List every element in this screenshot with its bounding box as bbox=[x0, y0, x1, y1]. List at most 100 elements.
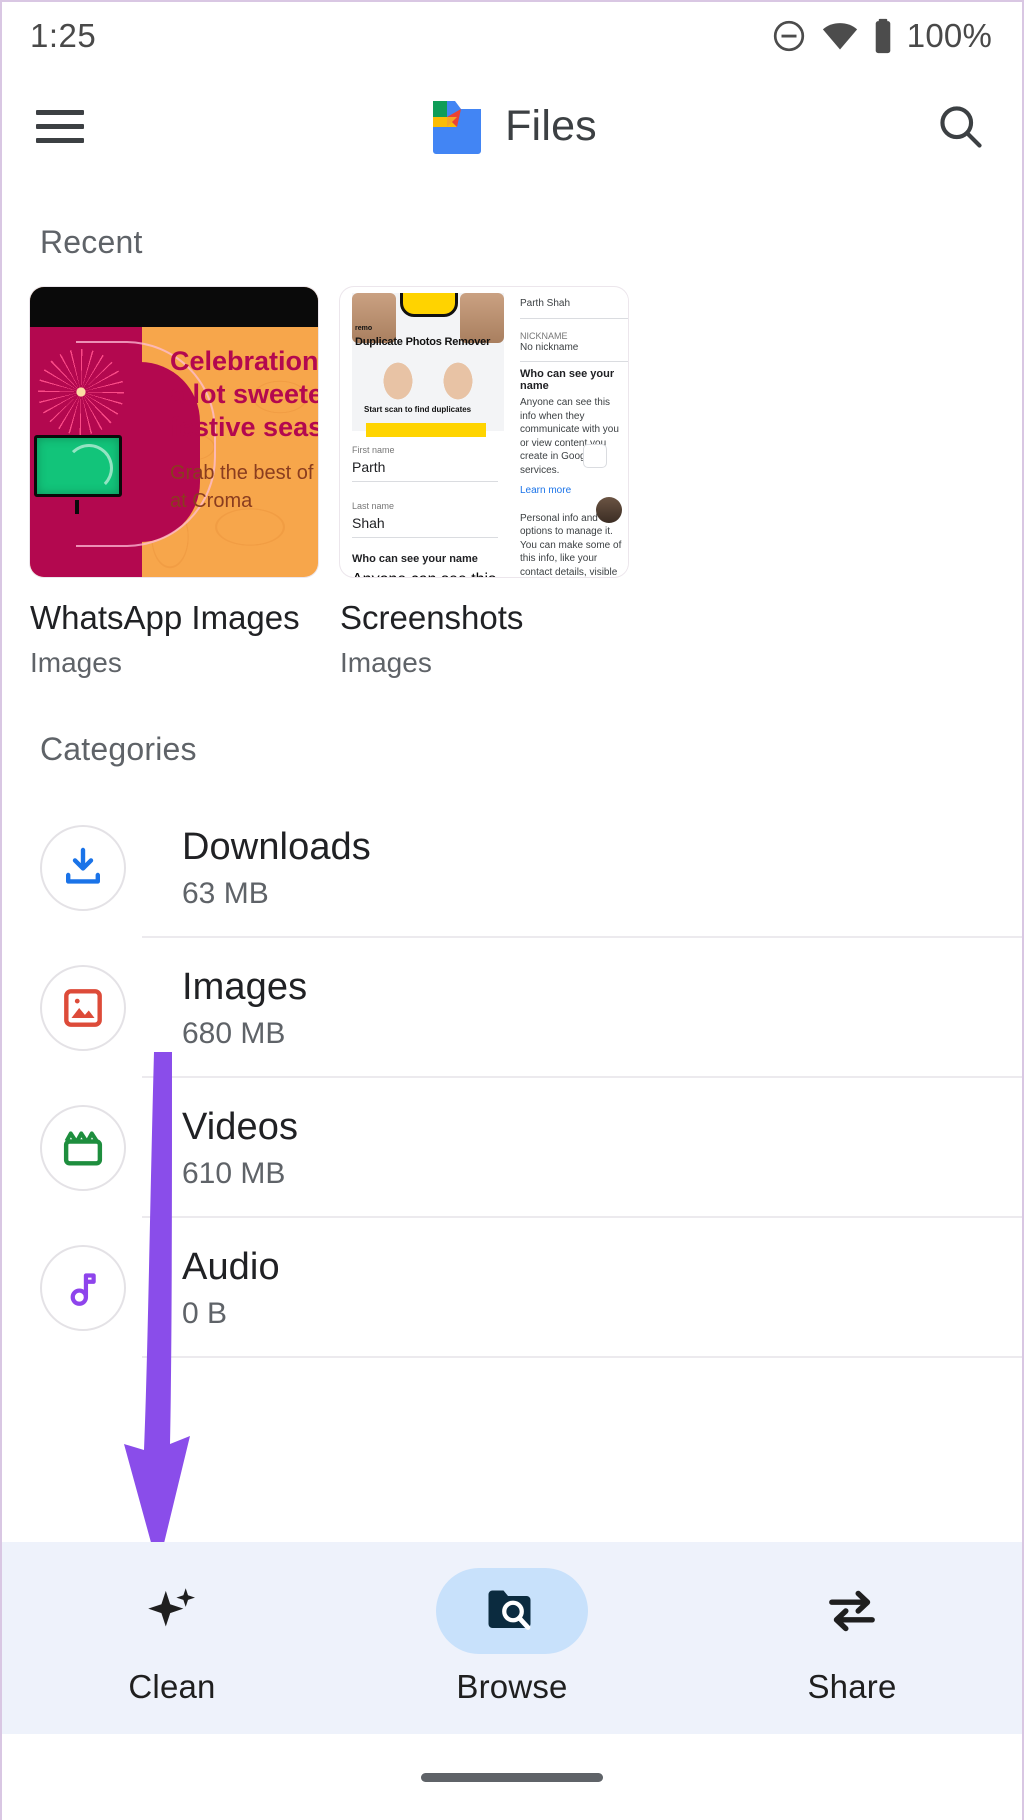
thumbnail-whatsapp-images[interactable]: Celebrations a lot sweeter festive seaso… bbox=[30, 287, 318, 577]
image-glyph bbox=[64, 989, 102, 1027]
recent-item-name: WhatsApp Images bbox=[30, 599, 300, 636]
category-size: 0 B bbox=[182, 1296, 228, 1330]
category-row-images[interactable]: Images 680 MB bbox=[2, 938, 1022, 1078]
folder-search-icon bbox=[488, 1590, 531, 1630]
yellow-highlight-bar bbox=[366, 423, 486, 437]
screenshot-page: remo Duplicate Photos Remover Start scan… bbox=[352, 293, 628, 577]
category-title: Images bbox=[182, 965, 308, 1008]
firstname-field: First name Parth bbox=[352, 445, 498, 482]
nav-item-share[interactable]: Share bbox=[682, 1542, 1022, 1706]
nav-pill-clean bbox=[96, 1568, 248, 1654]
nickname-value: No nickname bbox=[520, 341, 579, 353]
recent-item-name: Screenshots bbox=[340, 599, 524, 636]
app-brand: Files bbox=[2, 70, 1022, 182]
lastname-field: Last name Shah bbox=[352, 501, 498, 538]
who-heading-right: Who can see your name bbox=[520, 368, 615, 392]
wifi-icon bbox=[822, 23, 857, 50]
nickname-label: NICKNAME bbox=[520, 330, 568, 341]
avatar bbox=[596, 497, 622, 523]
ad-headline-1: Celebrations bbox=[170, 346, 318, 376]
lastname-value: Shah bbox=[352, 515, 385, 531]
thumbnail-screenshots[interactable]: remo Duplicate Photos Remover Start scan… bbox=[340, 287, 628, 577]
category-title: Videos bbox=[182, 1105, 299, 1148]
swap-arrows-icon bbox=[829, 1590, 875, 1632]
duplicate-photos-remover-overlay: remo Duplicate Photos Remover Start scan… bbox=[352, 293, 504, 431]
category-row-downloads[interactable]: Downloads 63 MB bbox=[2, 798, 1022, 938]
app-badge-graphic bbox=[400, 293, 458, 317]
recent-item-subtitle: Images bbox=[340, 647, 432, 678]
app-bar: Files bbox=[2, 70, 1022, 182]
field-divider bbox=[520, 317, 628, 319]
hamburger-menu-icon[interactable] bbox=[36, 109, 84, 143]
who-body-right: Anyone can see this info when they commu… bbox=[520, 397, 619, 476]
field-divider bbox=[352, 537, 498, 538]
firstname-label: First name bbox=[352, 445, 395, 455]
ad-headline-3: festive season bbox=[170, 411, 318, 442]
recent-item-subtitle: Images bbox=[30, 647, 122, 678]
who-heading: Who can see your name bbox=[352, 553, 478, 565]
categories-section-label: Categories bbox=[40, 731, 197, 767]
recent-items-row: Celebrations a lot sweeter festive seaso… bbox=[2, 287, 1022, 679]
do-not-disturb-icon bbox=[773, 20, 804, 52]
category-text: Downloads 63 MB bbox=[182, 826, 371, 911]
phone-screen: 1:25 100% Files Recent Celebrations a lo… bbox=[0, 0, 1024, 1820]
ad-headline-2: a lot sweeter bbox=[170, 378, 318, 409]
overlay-cta: Start scan to find duplicates bbox=[364, 405, 472, 414]
category-row-videos[interactable]: Videos 610 MB bbox=[2, 1078, 1022, 1218]
bottom-navigation-bar: Clean Browse Share bbox=[2, 1542, 1022, 1734]
category-text: Images 680 MB bbox=[182, 966, 307, 1051]
screenshot-left-column: remo Duplicate Photos Remover Start scan… bbox=[352, 293, 504, 577]
tv-graphic bbox=[34, 435, 122, 514]
thumbnail-black-bar bbox=[30, 287, 318, 327]
overlay-brand: remo bbox=[355, 325, 373, 332]
battery-icon bbox=[875, 18, 891, 54]
row-divider bbox=[142, 1356, 1022, 1358]
account-header-name: Parth Shah bbox=[520, 298, 571, 309]
field-divider bbox=[520, 361, 628, 362]
category-title: Downloads bbox=[182, 825, 371, 868]
categories-list: Downloads 63 MB Images 680 MB Videos 610… bbox=[2, 798, 1022, 1358]
lastname-label: Last name bbox=[352, 501, 395, 511]
ad-sub-2: at Croma bbox=[170, 489, 253, 512]
nav-item-browse[interactable]: Browse bbox=[342, 1542, 682, 1706]
recent-card-whatsapp-images[interactable]: Celebrations a lot sweeter festive seaso… bbox=[30, 287, 318, 679]
search-glyph bbox=[940, 106, 982, 148]
image-icon bbox=[40, 965, 126, 1051]
video-clapper-icon bbox=[40, 1105, 126, 1191]
category-size: 63 MB bbox=[182, 876, 269, 910]
music-note-glyph bbox=[70, 1273, 96, 1306]
music-note-icon bbox=[40, 1245, 126, 1331]
screenshot-right-column: Parth Shah NICKNAME No nickname Who can … bbox=[520, 293, 628, 577]
recent-section-label: Recent bbox=[40, 224, 143, 260]
firework-graphic bbox=[38, 349, 124, 435]
category-size: 610 MB bbox=[182, 1156, 286, 1190]
who-can-see-block: Who can see your name Anyone can see thi… bbox=[352, 547, 498, 577]
field-divider bbox=[352, 481, 498, 482]
gesture-navigation-bar bbox=[2, 1734, 1022, 1820]
who-body: Anyone can see this info when they commu… bbox=[352, 569, 498, 577]
category-row-audio[interactable]: Audio 0 B bbox=[2, 1218, 1022, 1358]
status-icons: 100% bbox=[771, 17, 992, 55]
category-text: Videos 610 MB bbox=[182, 1106, 298, 1191]
nav-item-clean[interactable]: Clean bbox=[2, 1542, 342, 1706]
download-glyph bbox=[66, 847, 100, 884]
recent-card-screenshots[interactable]: remo Duplicate Photos Remover Start scan… bbox=[340, 287, 628, 679]
learn-more-link-right[interactable]: Learn more bbox=[520, 484, 628, 498]
category-title: Audio bbox=[182, 1245, 280, 1288]
home-gesture-indicator[interactable] bbox=[421, 1772, 603, 1782]
badge-chip bbox=[584, 445, 606, 467]
hands-graphic bbox=[376, 351, 480, 407]
google-files-logo bbox=[433, 101, 482, 154]
overlay-title: Duplicate Photos Remover bbox=[355, 336, 491, 348]
page-title: Files bbox=[505, 101, 597, 150]
battery-percent: 100% bbox=[906, 17, 992, 54]
category-size: 680 MB bbox=[182, 1016, 286, 1050]
search-icon[interactable] bbox=[932, 98, 988, 154]
nav-pill-browse bbox=[436, 1568, 588, 1654]
nav-pill-share bbox=[776, 1568, 928, 1654]
thumbnail-ad-text: Celebrations a lot sweeter festive seaso… bbox=[170, 345, 318, 514]
nav-label-share: Share bbox=[807, 1668, 897, 1705]
status-bar: 1:25 100% bbox=[2, 2, 1022, 70]
download-icon bbox=[40, 825, 126, 911]
category-text: Audio 0 B bbox=[182, 1246, 280, 1331]
